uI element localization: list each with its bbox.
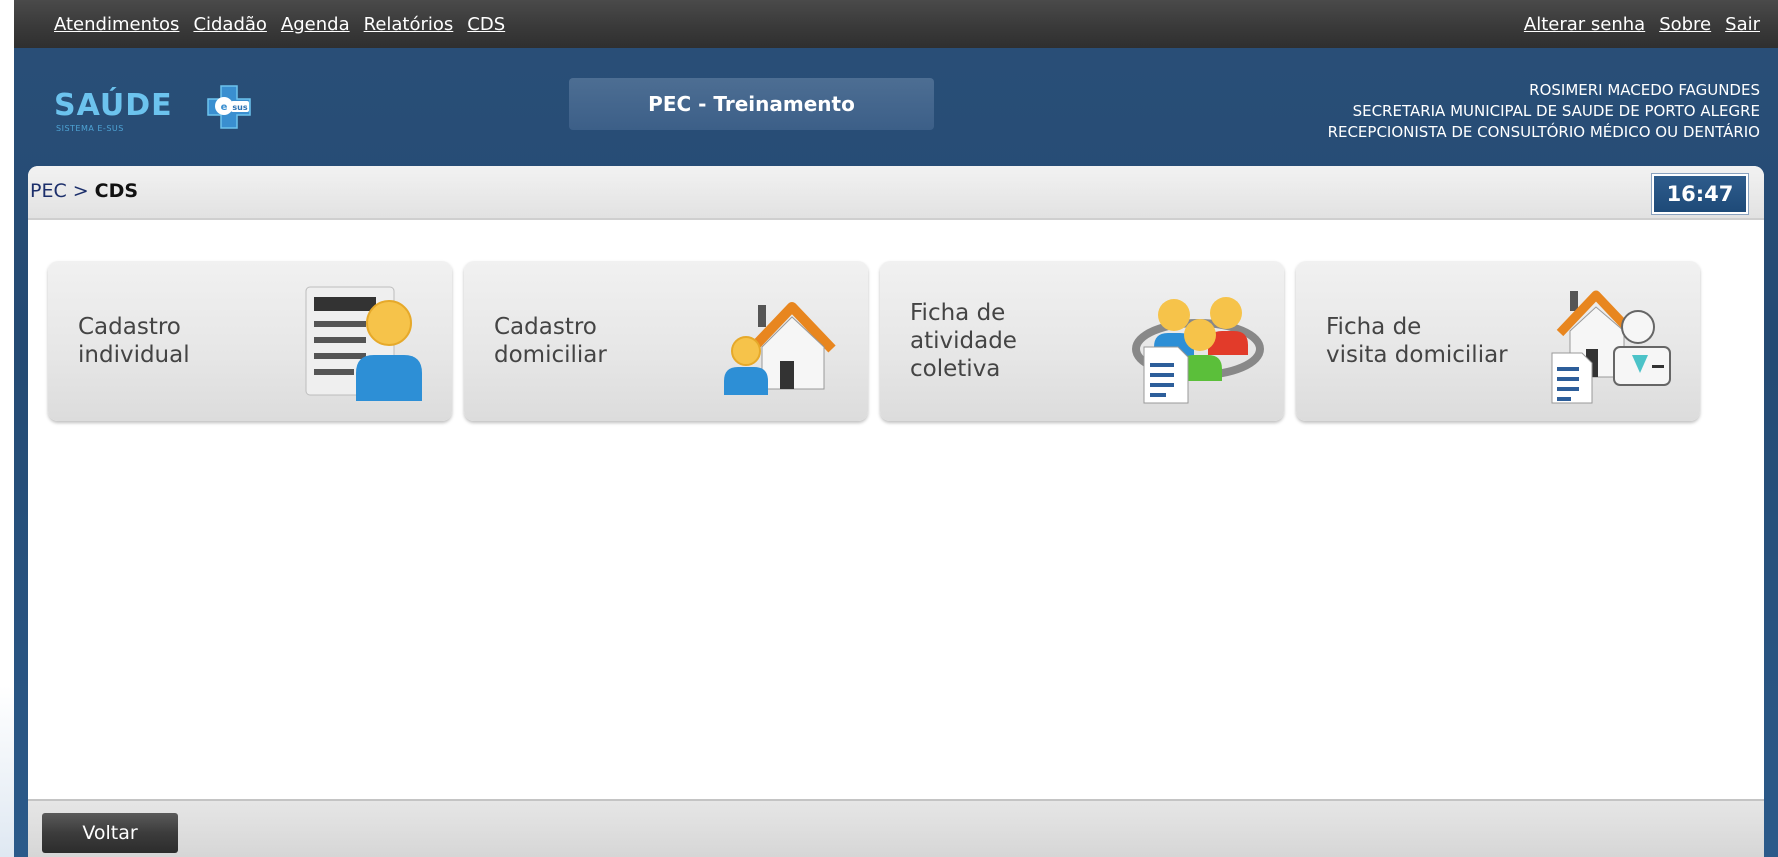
main-menu: Atendimentos Cidadão Agenda Relatórios CDS [54, 14, 519, 35]
tile-label: Ficha de visita domiciliar [1326, 314, 1508, 368]
user-role: RECEPCIONISTA DE CONSULTÓRIO MÉDICO OU D… [1327, 123, 1760, 141]
back-button[interactable]: Voltar [42, 813, 178, 853]
nav-link-atendimentos[interactable]: Atendimentos [54, 14, 179, 35]
nav-link-cds[interactable]: CDS [467, 14, 505, 35]
user-menu: Alterar senha Sobre Sair [1510, 14, 1760, 35]
tile-cadastro-individual[interactable]: Cadastro individual [48, 261, 452, 421]
tile-label: Ficha de atividade coletiva [910, 300, 1017, 382]
logout-link[interactable]: Sair [1725, 14, 1760, 35]
svg-text:e: e [221, 102, 228, 113]
person-id-card-icon [305, 286, 422, 401]
nav-link-agenda[interactable]: Agenda [281, 14, 350, 35]
tile-label: Cadastro individual [78, 314, 190, 368]
page-edge [0, 0, 14, 857]
tile-cadastro-domiciliar[interactable]: Cadastro domiciliar [464, 261, 868, 421]
clock-display: 16:47 [1652, 174, 1748, 214]
breadcrumb: PEC > CDS [30, 180, 138, 202]
user-name: ROSIMERI MACEDO FAGUNDES [1529, 81, 1760, 99]
logo-subtitle: SISTEMA E-SUS [56, 124, 124, 133]
header-band: SAÚDE SISTEMA E-SUS e sus PEC - Treiname… [14, 48, 1778, 166]
nav-link-relatorios[interactable]: Relatórios [364, 14, 454, 35]
breadcrumb-root[interactable]: PEC [30, 180, 67, 202]
breadcrumb-bar: PEC > CDS 16:47 [28, 166, 1764, 220]
health-cross-icon: e sus [207, 85, 251, 129]
top-navigation: Atendimentos Cidadão Agenda Relatórios CDS A… [14, 0, 1778, 48]
tile-ficha-visita-domiciliar[interactable]: Ficha de visita domiciliar [1296, 261, 1700, 421]
change-password-link[interactable]: Alterar senha [1524, 14, 1645, 35]
user-organization: SECRETARIA MUNICIPAL DE SAUDE DE PORTO A… [1352, 102, 1760, 120]
group-document-icon [1132, 297, 1264, 404]
tile-label: Cadastro domiciliar [494, 314, 607, 368]
breadcrumb-current: CDS [94, 180, 139, 202]
footer-bar: Voltar [28, 799, 1764, 857]
person-house-icon [724, 302, 836, 395]
breadcrumb-separator: > [72, 180, 89, 202]
house-visit-document-icon [1551, 290, 1671, 404]
logo-wordmark: SAÚDE [54, 88, 173, 123]
logo-badge-text: sus [232, 103, 247, 112]
main-panel: PEC > CDS 16:47 Cadastro individual Cada… [28, 166, 1764, 857]
app-window: Atendimentos Cidadão Agenda Relatórios CDS A… [14, 0, 1778, 857]
tile-ficha-atividade-coletiva[interactable]: Ficha de atividade coletiva [880, 261, 1284, 421]
nav-link-cidadao[interactable]: Cidadão [193, 14, 267, 35]
saude-esus-logo[interactable]: SAÚDE SISTEMA E-SUS e sus [54, 85, 254, 146]
about-link[interactable]: Sobre [1659, 14, 1711, 35]
environment-label: PEC - Treinamento [569, 78, 934, 130]
user-info: ROSIMERI MACEDO FAGUNDES SECRETARIA MUNI… [1328, 80, 1760, 143]
